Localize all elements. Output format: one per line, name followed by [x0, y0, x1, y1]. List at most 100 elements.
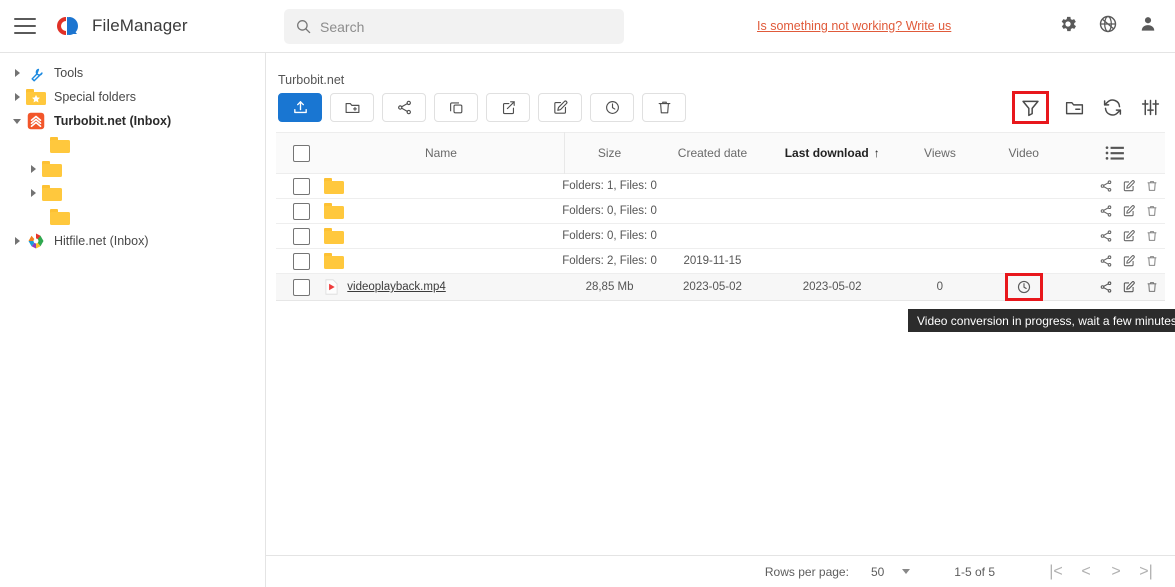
column-header-views[interactable]: Views: [897, 146, 983, 160]
row-delete-icon[interactable]: [1145, 229, 1159, 243]
settings-sliders-button[interactable]: [1137, 95, 1163, 121]
row-edit-icon[interactable]: [1122, 229, 1136, 243]
row-checkbox[interactable]: [293, 279, 310, 296]
chevron-right-icon[interactable]: [8, 64, 26, 82]
chevron-right-icon[interactable]: [8, 88, 26, 106]
filter-icon: [1020, 97, 1041, 118]
rows-per-page-value: 50: [871, 565, 884, 579]
hamburger-icon[interactable]: [14, 18, 36, 34]
row-select-cell: [282, 253, 320, 270]
row-select-cell: [282, 279, 320, 296]
action-toolbar: [278, 93, 686, 122]
folder-icon: [324, 178, 344, 194]
row-name-cell: videoplayback.mp4: [320, 279, 561, 295]
trash-icon: [656, 99, 673, 116]
row-edit-icon[interactable]: [1122, 280, 1136, 294]
column-header-last-download[interactable]: Last download ↑: [768, 146, 897, 160]
row-edit-icon[interactable]: [1122, 204, 1136, 218]
row-size: Folders: 0, Files: 0: [562, 230, 658, 242]
column-header-size[interactable]: Size: [562, 146, 658, 160]
chevron-right-icon[interactable]: [24, 184, 42, 202]
share-button[interactable]: [382, 93, 426, 122]
table-row[interactable]: Folders: 1, Files: 0: [276, 174, 1165, 199]
row-share-icon[interactable]: [1099, 229, 1113, 243]
chevron-right-icon[interactable]: [24, 160, 42, 178]
column-header-created-date[interactable]: Created date: [657, 146, 767, 160]
chevron-right-icon[interactable]: [8, 232, 26, 250]
row-select-cell: [282, 178, 320, 195]
search-input[interactable]: Search: [284, 9, 624, 44]
row-share-icon[interactable]: [1099, 179, 1113, 193]
pagination-bar: Rows per page: 50 1-5 of 5 |< < > >|: [266, 555, 1175, 587]
table-row[interactable]: Folders: 2, Files: 0 2019-11-15: [276, 249, 1165, 274]
select-all-checkbox[interactable]: [293, 145, 310, 162]
sidebar-item-hitfile[interactable]: Hitfile.net (Inbox): [0, 229, 265, 253]
row-actions: [1064, 254, 1165, 268]
row-name-label[interactable]: videoplayback.mp4: [347, 281, 445, 293]
row-checkbox[interactable]: [293, 228, 310, 245]
filter-button[interactable]: [1012, 91, 1049, 124]
history-button[interactable]: [590, 93, 634, 122]
breadcrumb: Turbobit.net: [278, 73, 344, 87]
rows-per-page-select[interactable]: 50: [871, 565, 910, 579]
delete-button[interactable]: [642, 93, 686, 122]
edit-icon: [552, 99, 569, 116]
column-header-name[interactable]: Name: [320, 146, 561, 160]
sidebar-subfolder[interactable]: [0, 157, 265, 181]
folder-icon: [50, 135, 70, 155]
folder-icon: [324, 228, 344, 244]
row-delete-icon[interactable]: [1145, 254, 1159, 268]
row-edit-icon[interactable]: [1122, 254, 1136, 268]
sidebar-item-special-folders[interactable]: Special folders: [0, 85, 265, 109]
refresh-button[interactable]: [1099, 95, 1125, 121]
sidebar-subfolder[interactable]: [0, 205, 265, 229]
row-actions: [1064, 229, 1165, 243]
globe-icon[interactable]: [1097, 13, 1119, 35]
folder-plus-icon: [344, 99, 361, 116]
user-icon[interactable]: [1137, 13, 1159, 35]
select-all-cell: [282, 145, 320, 162]
sort-arrow-icon: ↑: [874, 146, 880, 160]
list-view-icon[interactable]: [1105, 145, 1125, 161]
refresh-icon: [1102, 97, 1123, 118]
copy-button[interactable]: [434, 93, 478, 122]
row-checkbox[interactable]: [293, 253, 310, 270]
row-select-cell: [282, 228, 320, 245]
sidebar-item-label: Tools: [54, 66, 83, 80]
row-share-icon[interactable]: [1099, 280, 1113, 294]
next-page-button[interactable]: >: [1101, 563, 1131, 581]
support-link[interactable]: Is something not working? Write us: [757, 19, 951, 33]
sidebar-item-turbobit[interactable]: Turbobit.net (Inbox): [0, 109, 265, 133]
row-name-cell: [320, 253, 561, 269]
rows-per-page-label: Rows per page:: [765, 565, 849, 579]
row-share-icon[interactable]: [1099, 254, 1113, 268]
sidebar-item-tools[interactable]: Tools: [0, 61, 265, 85]
row-checkbox[interactable]: [293, 178, 310, 195]
video-status-button[interactable]: [1005, 273, 1043, 301]
row-delete-icon[interactable]: [1145, 280, 1159, 294]
table-row[interactable]: Folders: 0, Files: 0: [276, 199, 1165, 224]
row-delete-icon[interactable]: [1145, 179, 1159, 193]
last-page-button[interactable]: >|: [1131, 563, 1161, 581]
copy-icon: [448, 99, 465, 116]
sidebar-subfolder[interactable]: [0, 181, 265, 205]
chevron-down-icon[interactable]: [8, 112, 26, 130]
rename-button[interactable]: [538, 93, 582, 122]
gear-icon[interactable]: [1057, 13, 1079, 35]
prev-page-button[interactable]: <: [1071, 563, 1101, 581]
new-folder-button[interactable]: [330, 93, 374, 122]
row-checkbox[interactable]: [293, 203, 310, 220]
table-row[interactable]: Folders: 0, Files: 0: [276, 224, 1165, 249]
sidebar-subfolder[interactable]: [0, 133, 265, 157]
row-size: Folders: 0, Files: 0: [562, 205, 658, 217]
table-row[interactable]: videoplayback.mp4 28,85 Mb 2023-05-02 20…: [276, 274, 1165, 301]
row-delete-icon[interactable]: [1145, 204, 1159, 218]
search-icon: [296, 19, 311, 34]
first-page-button[interactable]: |<: [1041, 563, 1071, 581]
remove-folder-button[interactable]: [1061, 95, 1087, 121]
move-button[interactable]: [486, 93, 530, 122]
column-header-video[interactable]: Video: [983, 146, 1064, 160]
row-edit-icon[interactable]: [1122, 179, 1136, 193]
row-share-icon[interactable]: [1099, 204, 1113, 218]
upload-button[interactable]: [278, 93, 322, 122]
